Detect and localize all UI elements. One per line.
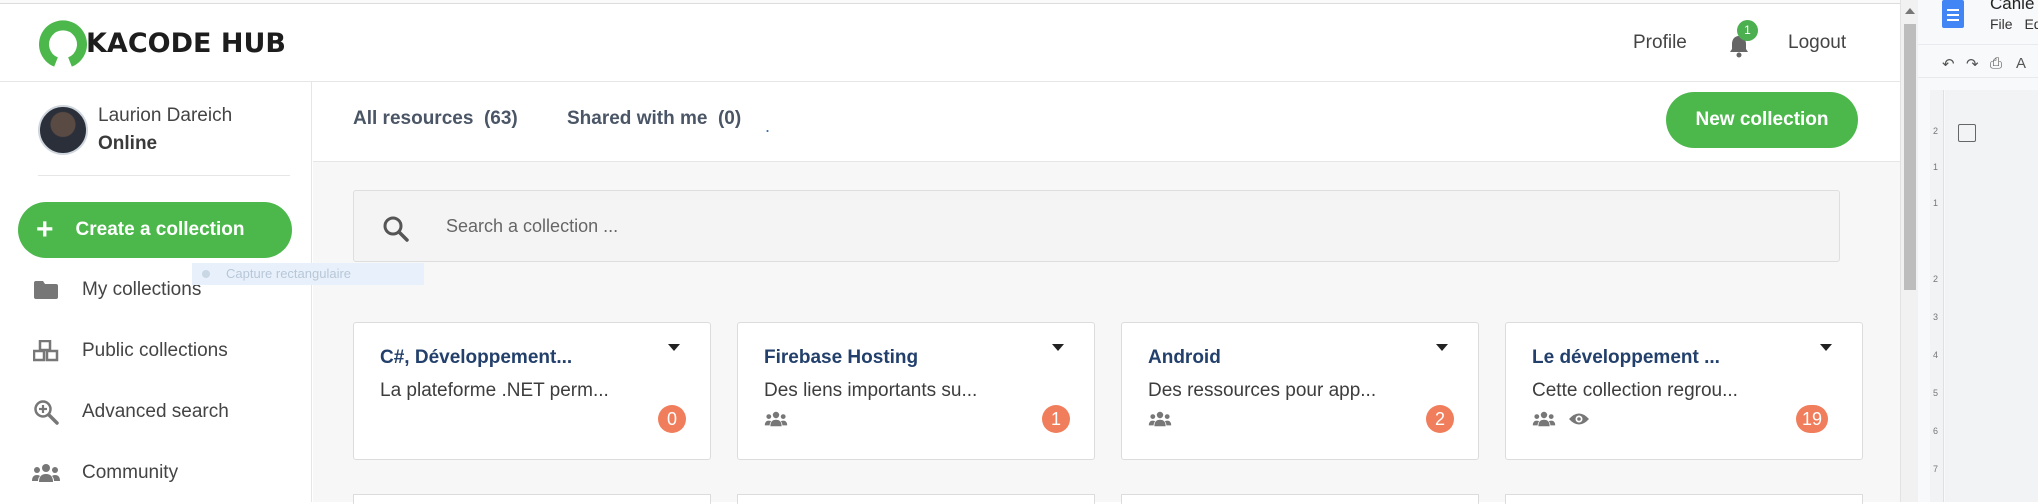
logo[interactable]: KACODE HUB <box>38 18 286 68</box>
create-collection-button[interactable]: + Create a collection <box>18 202 292 258</box>
folder-icon <box>32 278 60 302</box>
sidebar-item-label: Advanced search <box>82 401 229 422</box>
redo-icon[interactable]: ↷ <box>1966 55 1979 73</box>
resource-count-badge: 19 <box>1796 405 1829 433</box>
card-icons <box>1148 411 1172 427</box>
page-scrollbar[interactable] <box>1900 0 1918 502</box>
collection-card[interactable]: C#, Développement... La plateforme .NET … <box>353 322 711 460</box>
main-content: All resources (63) Shared with me (0) . … <box>313 82 1900 504</box>
users-icon <box>32 461 60 485</box>
notification-badge: 1 <box>1737 20 1758 41</box>
plus-icon: + <box>36 213 54 246</box>
search-icon <box>383 216 409 242</box>
logo-ring-icon <box>39 20 87 67</box>
sidebar-divider <box>38 175 290 176</box>
card-description: Des ressources pour app... <box>1148 380 1377 401</box>
collection-card-partial[interactable] <box>353 494 711 504</box>
ruler-label: 7 <box>1933 464 1939 474</box>
eye-icon <box>1569 413 1589 425</box>
collection-card[interactable]: Firebase Hosting Des liens importants su… <box>737 322 1095 460</box>
sidebar-item-community[interactable]: Community <box>32 461 178 485</box>
caret-down-icon[interactable] <box>1052 344 1064 351</box>
ruler-label: 5 <box>1933 388 1939 398</box>
resource-count-badge: 0 <box>658 405 686 433</box>
card-description: La plateforme .NET perm... <box>380 380 609 401</box>
card-icons <box>764 411 788 427</box>
docs-vertical-ruler: 2 1 1 2 3 4 5 6 7 <box>1930 90 1944 502</box>
capture-tooltip-ghost: Capture rectangulaire <box>192 263 424 285</box>
card-description: Des liens importants su... <box>764 380 978 401</box>
user-name: Laurion Dareich <box>98 105 233 126</box>
tab-dot: . <box>765 116 771 136</box>
sidebar: Laurion Dareich Online + Create a collec… <box>0 82 312 502</box>
users-icon <box>1532 411 1556 427</box>
ruler-label: 6 <box>1933 426 1939 436</box>
resource-count-badge: 2 <box>1426 405 1454 433</box>
profile-link[interactable]: Profile <box>1633 32 1687 54</box>
user-status: Online <box>98 133 158 154</box>
users-icon <box>1148 411 1172 427</box>
tab-count: (63) <box>483 108 518 129</box>
caret-down-icon[interactable] <box>668 344 680 351</box>
docs-toolbar: ↶ ↷ ⎙ A <box>1918 44 2038 78</box>
ruler-label: 3 <box>1933 312 1939 322</box>
sidebar-item-label: Public collections <box>82 340 228 361</box>
docs-page-area[interactable] <box>1945 90 2038 502</box>
caret-down-icon[interactable] <box>1820 344 1832 351</box>
search-box <box>353 190 1840 262</box>
resource-count-badge: 1 <box>1042 405 1070 433</box>
collection-card-partial[interactable] <box>1505 494 1863 504</box>
caret-down-icon[interactable] <box>1436 344 1448 351</box>
search-input[interactable] <box>446 191 1746 261</box>
sidebar-item-label: My collections <box>82 279 202 300</box>
collection-card[interactable]: Android Des ressources pour app... 2 <box>1121 322 1479 460</box>
users-icon <box>764 411 788 427</box>
card-title[interactable]: Firebase Hosting <box>764 347 918 369</box>
avatar[interactable] <box>38 105 88 155</box>
tab-count: (0) <box>717 108 742 129</box>
user-panel[interactable]: Laurion Dareich Online <box>38 102 232 158</box>
sidebar-item-my-collections[interactable]: My collections <box>32 278 201 302</box>
docs-menu[interactable]: File Ed <box>1990 16 2038 32</box>
docs-title[interactable]: Cahie <box>1990 0 2034 14</box>
ruler-label: 1 <box>1933 162 1939 172</box>
docs-toolbar-partial[interactable]: A <box>2016 55 2026 72</box>
scroll-up-arrow-icon[interactable] <box>1905 8 1915 14</box>
print-icon[interactable]: ⎙ <box>1990 55 2002 72</box>
brand-name: KACODE HUB <box>86 27 286 59</box>
sidebar-item-advanced-search[interactable]: Advanced search <box>32 400 229 425</box>
app-window: KACODE HUB Profile 1 Logout Laurion Dare… <box>0 0 1900 504</box>
zoom-in-icon <box>32 400 60 425</box>
tabs-bar: All resources (63) Shared with me (0) . … <box>313 82 1900 162</box>
collection-card-partial[interactable] <box>1121 494 1479 504</box>
cubes-icon <box>32 339 60 363</box>
tab-shared-with-me[interactable]: Shared with me (0) <box>567 108 741 130</box>
docs-window: Cahie File Ed ↶ ↷ ⎙ A 2 1 1 2 3 4 5 6 7 <box>1918 0 2038 502</box>
ruler-label: 2 <box>1933 126 1939 136</box>
card-title[interactable]: Le développement ... <box>1532 347 1720 369</box>
card-title[interactable]: Android <box>1148 347 1221 369</box>
user-info: Laurion Dareich Online <box>98 102 232 158</box>
collection-card-partial[interactable] <box>737 494 1095 504</box>
logout-link[interactable]: Logout <box>1788 32 1846 54</box>
top-header: KACODE HUB Profile 1 Logout <box>0 4 1900 82</box>
scrollbar-thumb[interactable] <box>1904 24 1916 290</box>
create-collection-label: Create a collection <box>75 219 245 240</box>
docs-app-icon[interactable] <box>1942 0 1964 28</box>
tab-label: All resources <box>353 108 474 129</box>
outline-icon[interactable] <box>1958 124 1976 142</box>
new-collection-button[interactable]: New collection <box>1666 92 1858 148</box>
card-description: Cette collection regrou... <box>1532 380 1738 401</box>
sidebar-item-label: Community <box>82 462 179 483</box>
undo-icon[interactable]: ↶ <box>1942 55 1955 73</box>
tab-label: Shared with me <box>567 108 708 129</box>
card-title[interactable]: C#, Développement... <box>380 347 572 369</box>
tab-all-resources[interactable]: All resources (63) <box>353 108 518 130</box>
card-icons <box>1532 411 1590 427</box>
ruler-label: 4 <box>1933 350 1939 360</box>
ruler-label: 1 <box>1933 198 1939 208</box>
sidebar-item-public-collections[interactable]: Public collections <box>32 339 228 363</box>
collection-card[interactable]: Le développement ... Cette collection re… <box>1505 322 1863 460</box>
ruler-label: 2 <box>1933 274 1939 284</box>
